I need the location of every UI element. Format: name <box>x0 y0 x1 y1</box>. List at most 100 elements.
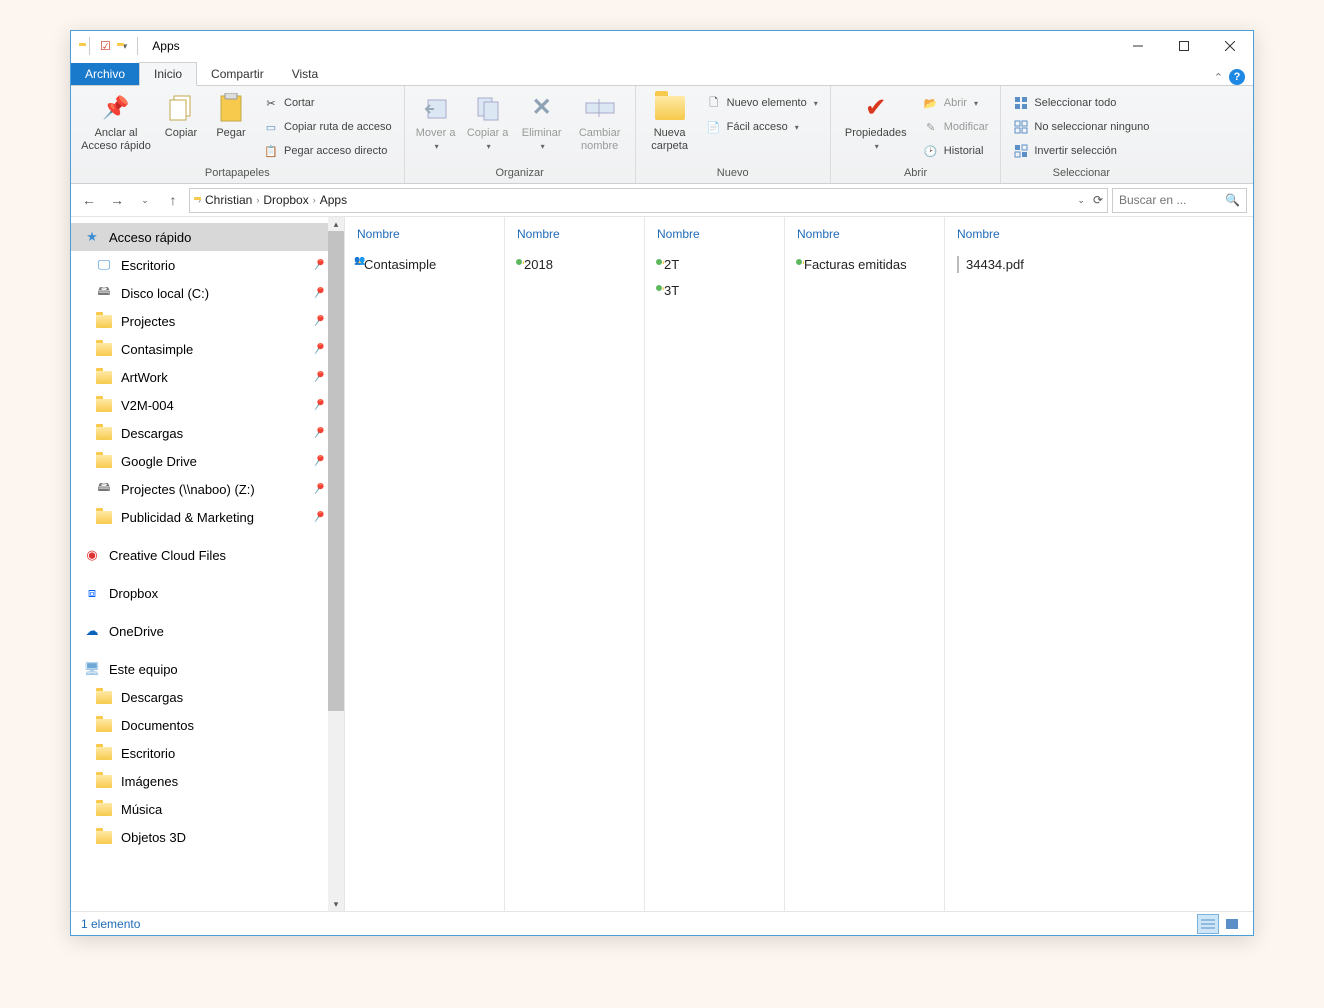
tab-view[interactable]: Vista <box>278 63 332 85</box>
move-to-button[interactable]: Mover a <box>413 90 459 152</box>
file-item[interactable]: 3T <box>649 277 780 303</box>
nav-quick-item[interactable]: V2M-004📍 <box>71 391 344 419</box>
properties-button[interactable]: ✔ Propiedades <box>839 90 913 152</box>
copy-button[interactable]: Copiar <box>159 90 203 140</box>
recent-dropdown[interactable]: ⌄ <box>133 188 157 212</box>
nav-dropbox[interactable]: ⧈ Dropbox <box>71 579 344 607</box>
details-view-button[interactable] <box>1197 914 1219 934</box>
column-header[interactable]: Nombre <box>509 223 640 251</box>
column-header[interactable]: Nombre <box>649 223 780 251</box>
pin-icon: 📍 <box>308 367 328 387</box>
nav-quick-item[interactable]: ArtWork📍 <box>71 363 344 391</box>
collapse-ribbon-icon[interactable]: ⌃ <box>1214 71 1223 84</box>
select-none-button[interactable]: No seleccionar ninguno <box>1009 116 1153 138</box>
qat-properties-icon[interactable]: ☑ <box>100 39 111 53</box>
drive-icon: 🖴 <box>95 282 113 304</box>
pin-icon: 📍 <box>308 283 328 303</box>
folder-icon <box>95 343 113 356</box>
nav-onedrive[interactable]: ☁ OneDrive <box>71 617 344 645</box>
new-folder-button[interactable]: Nueva carpeta <box>644 90 696 152</box>
new-item-button[interactable]: 🗋Nuevo elemento <box>702 92 822 114</box>
column-header[interactable]: Nombre <box>949 223 1249 251</box>
forward-button[interactable]: → <box>105 188 129 212</box>
copy-to-button[interactable]: Copiar a <box>465 90 511 152</box>
paste-button[interactable]: Pegar <box>209 90 253 140</box>
file-item[interactable]: 34434.pdf <box>949 251 1249 277</box>
nav-quick-item[interactable]: Google Drive📍 <box>71 447 344 475</box>
select-all-icon <box>1013 95 1029 111</box>
scroll-thumb[interactable] <box>328 231 344 711</box>
copy-icon <box>165 92 197 124</box>
scroll-up-icon[interactable]: ▴ <box>328 217 344 231</box>
thumbnail-view-button[interactable] <box>1221 914 1243 934</box>
nav-quick-item[interactable]: 🖴Disco local (C:)📍 <box>71 279 344 307</box>
scroll-down-icon[interactable]: ▾ <box>328 897 344 911</box>
nav-quick-item[interactable]: Projectes📍 <box>71 307 344 335</box>
close-button[interactable] <box>1207 31 1253 61</box>
edit-icon: ✎ <box>923 119 939 135</box>
ribbon: 📌 Anclar al Acceso rápido Copiar Pegar <box>71 86 1253 184</box>
select-all-button[interactable]: Seleccionar todo <box>1009 92 1153 114</box>
nav-quick-item[interactable]: Contasimple📍 <box>71 335 344 363</box>
column-header[interactable]: Nombre <box>349 223 500 251</box>
back-button[interactable]: ← <box>77 188 101 212</box>
minimize-button[interactable] <box>1115 31 1161 61</box>
breadcrumb-segment[interactable]: Christian› <box>205 193 259 207</box>
search-icon[interactable]: 🔍 <box>1225 193 1240 207</box>
folder-icon <box>95 315 113 328</box>
nav-pc-item[interactable]: Descargas <box>71 683 344 711</box>
nav-scrollbar[interactable]: ▴ ▾ <box>328 217 344 911</box>
new-folder-icon <box>654 92 686 124</box>
file-item[interactable]: 👥Contasimple <box>349 251 500 277</box>
history-button[interactable]: 🕑Historial <box>919 140 993 162</box>
nav-pc-item[interactable]: Imágenes <box>71 767 344 795</box>
tab-share[interactable]: Compartir <box>197 63 278 85</box>
file-item[interactable]: Facturas emitidas <box>789 251 940 277</box>
ribbon-group-new: Nueva carpeta 🗋Nuevo elemento 📄Fácil acc… <box>636 86 831 183</box>
pin-quickaccess-button[interactable]: 📌 Anclar al Acceso rápido <box>79 90 153 152</box>
pin-icon: 📍 <box>308 395 328 415</box>
nav-this-pc[interactable]: 🖥 Este equipo <box>71 655 344 683</box>
address-bar[interactable]: › Christian› Dropbox› Apps ⌄ ⟳ <box>189 188 1108 213</box>
rename-button[interactable]: Cambiar nombre <box>573 90 627 152</box>
refresh-icon[interactable]: ⟳ <box>1093 193 1103 207</box>
nav-pc-item[interactable]: Objetos 3D <box>71 823 344 851</box>
open-icon: 📂 <box>923 95 939 111</box>
easy-access-button[interactable]: 📄Fácil acceso <box>702 116 822 138</box>
folder-icon <box>95 399 113 412</box>
edit-button[interactable]: ✎Modificar <box>919 116 993 138</box>
up-button[interactable]: ↑ <box>161 188 185 212</box>
open-button[interactable]: 📂Abrir <box>919 92 993 114</box>
nav-quick-access[interactable]: ★ Acceso rápido <box>71 223 344 251</box>
copy-path-button[interactable]: ▭Copiar ruta de acceso <box>259 116 396 138</box>
pin-icon: 📍 <box>308 479 328 499</box>
nav-pc-item[interactable]: Escritorio <box>71 739 344 767</box>
maximize-button[interactable] <box>1161 31 1207 61</box>
file-item[interactable]: 2018 <box>509 251 640 277</box>
cut-button[interactable]: ✂Cortar <box>259 92 396 114</box>
status-bar: 1 elemento <box>71 911 1253 935</box>
nav-quick-item[interactable]: 🖴Projectes (\\naboo) (Z:)📍 <box>71 475 344 503</box>
paste-shortcut-button[interactable]: 📋Pegar acceso directo <box>259 140 396 162</box>
invert-selection-button[interactable]: Invertir selección <box>1009 140 1153 162</box>
nav-quick-item[interactable]: Publicidad & Marketing📍 <box>71 503 344 531</box>
help-icon[interactable]: ? <box>1229 69 1245 85</box>
tab-home[interactable]: Inicio <box>139 62 197 86</box>
nav-pc-item[interactable]: Documentos <box>71 711 344 739</box>
tab-file[interactable]: Archivo <box>71 63 139 85</box>
nav-creative-cloud[interactable]: ◉ Creative Cloud Files <box>71 541 344 569</box>
dropbox-icon: ⧈ <box>83 585 101 601</box>
search-input[interactable] <box>1119 193 1221 207</box>
search-box[interactable]: 🔍 <box>1112 188 1247 213</box>
delete-button[interactable]: ✕ Eliminar <box>517 90 567 152</box>
address-dropdown-icon[interactable]: ⌄ <box>1077 195 1085 206</box>
nav-quick-item[interactable]: Descargas📍 <box>71 419 344 447</box>
breadcrumb-segment[interactable]: Dropbox› <box>263 193 315 207</box>
file-item[interactable]: 2T <box>649 251 780 277</box>
breadcrumb-segment[interactable]: Apps <box>320 193 347 207</box>
nav-pc-item[interactable]: Música <box>71 795 344 823</box>
move-icon <box>420 92 452 124</box>
nav-quick-item[interactable]: 🖵Escritorio📍 <box>71 251 344 279</box>
folder-icon <box>95 803 113 816</box>
column-header[interactable]: Nombre <box>789 223 940 251</box>
